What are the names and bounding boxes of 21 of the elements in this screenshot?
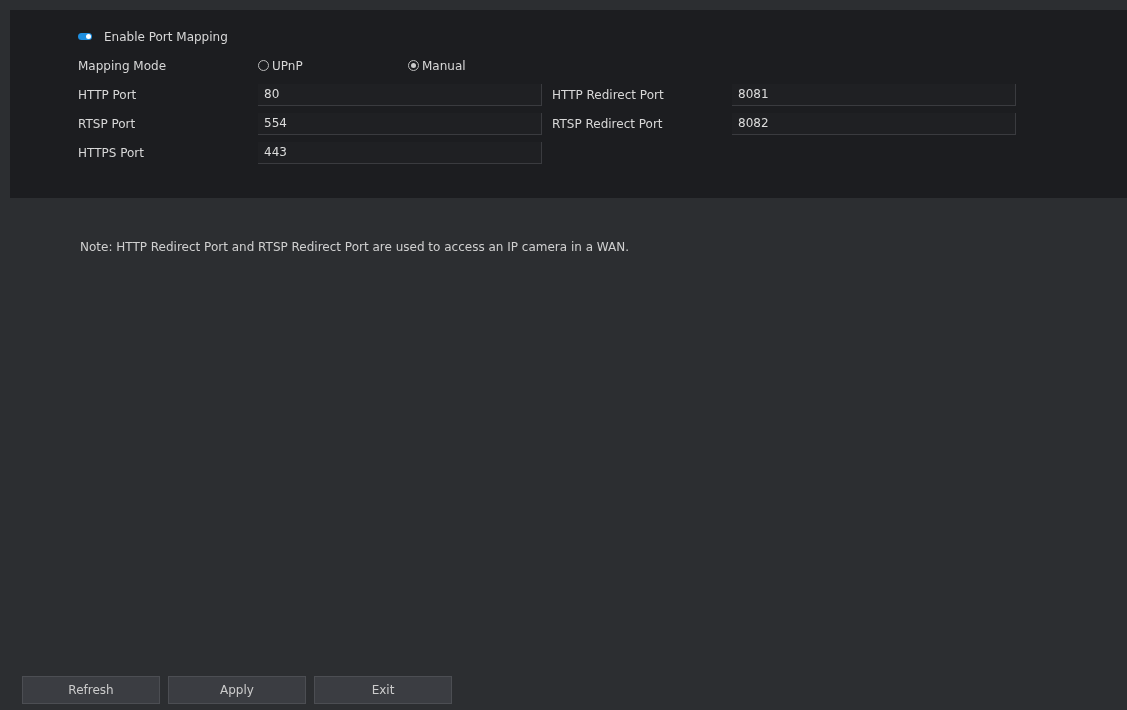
input-field[interactable]: 8081: [732, 83, 1016, 106]
radio-option[interactable]: Manual: [408, 58, 558, 73]
radio-label: UPnP: [272, 58, 303, 73]
field-label: RTSP Redirect Port: [552, 116, 664, 131]
field-label: Mapping Mode: [78, 58, 167, 73]
action-button[interactable]: Refresh: [22, 676, 160, 704]
field-label: HTTP Redirect Port: [552, 87, 665, 102]
field-label: RTSP Port: [78, 116, 137, 131]
input-field[interactable]: 80: [258, 83, 542, 106]
input-field[interactable]: 8082: [732, 112, 1016, 135]
radio-option[interactable]: UPnP: [258, 58, 408, 73]
enable-label: Enable Port Mapping: [104, 29, 229, 44]
input-field[interactable]: 554: [258, 112, 542, 135]
action-button[interactable]: Apply: [168, 676, 306, 704]
note-text: Note: HTTP Redirect Port and RTSP Redirect Port are used to access an IP camera in a WAN.: [80, 240, 631, 254]
field-label: HTTP Port: [78, 87, 138, 102]
radio-label: Manual: [422, 58, 466, 73]
toggle-switch[interactable]: [78, 33, 92, 40]
field-label: HTTPS Port: [78, 145, 145, 160]
input-field[interactable]: 443: [258, 141, 542, 164]
action-button[interactable]: Exit: [314, 676, 452, 704]
